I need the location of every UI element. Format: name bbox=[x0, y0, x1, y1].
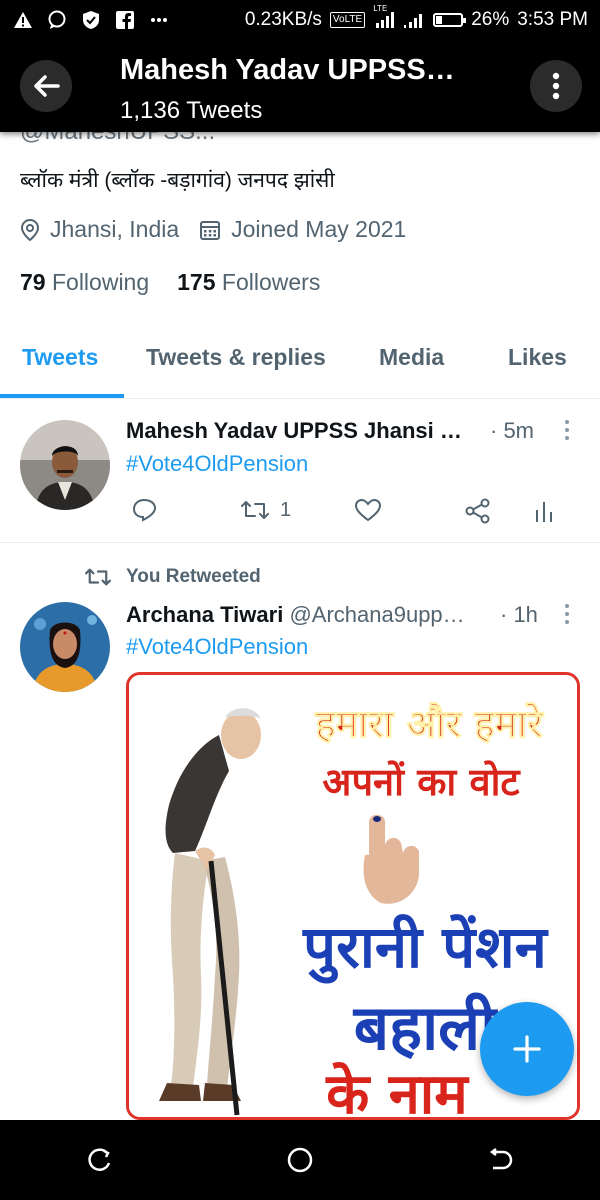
tab-likes[interactable]: Likes bbox=[508, 344, 567, 371]
back-nav-icon bbox=[489, 1148, 513, 1170]
following-link[interactable]: 79 Following bbox=[20, 269, 149, 296]
tweet-author: Archana Tiwari bbox=[126, 602, 284, 627]
message-icon bbox=[46, 9, 68, 31]
analytics-button[interactable] bbox=[534, 498, 554, 524]
home-button[interactable] bbox=[270, 1130, 330, 1190]
share-icon bbox=[465, 498, 490, 524]
tab-tweets-replies[interactable]: Tweets & replies bbox=[146, 344, 326, 371]
like-button[interactable] bbox=[354, 498, 382, 522]
followers-label: Followers bbox=[221, 269, 321, 295]
arrow-left-icon bbox=[34, 75, 60, 97]
retweet-context: You Retweeted bbox=[84, 566, 261, 588]
status-bar-right: 0.23KB/s VoLTE LTE 26% 3:53 PM bbox=[244, 4, 588, 31]
battery-percent: 26% bbox=[471, 9, 510, 30]
tweet-menu-icon[interactable] bbox=[562, 604, 572, 624]
profile-meta: Jhansi, India Joined May 2021 bbox=[20, 216, 426, 243]
joined-text: Joined May 2021 bbox=[231, 216, 407, 242]
network-speed: 0.23KB/s bbox=[244, 9, 322, 30]
tweet-hashtag[interactable]: #Vote4OldPension bbox=[126, 634, 308, 660]
lte-label: LTE bbox=[373, 4, 388, 13]
followers-link[interactable]: 175 Followers bbox=[177, 269, 320, 296]
clock: 3:53 PM bbox=[517, 9, 588, 30]
tweet-hashtag[interactable]: #Vote4OldPension bbox=[126, 451, 308, 477]
compose-tweet-button[interactable] bbox=[480, 1002, 574, 1096]
profile-header: Mahesh Yadav UPPSS… 1,136 Tweets bbox=[0, 40, 600, 132]
tweet-author-block[interactable]: Archana Tiwari @Archana9upp… bbox=[126, 602, 465, 628]
joined-date: Joined May 2021 bbox=[199, 216, 406, 243]
followers-count: 175 bbox=[177, 269, 216, 295]
facebook-icon bbox=[114, 9, 136, 31]
avatar[interactable] bbox=[20, 602, 110, 692]
poster-line-1: हमारा और हमारे bbox=[314, 702, 544, 746]
retweet-count: 1 bbox=[280, 498, 292, 521]
signal-icon: LTE bbox=[373, 4, 395, 31]
plus-icon bbox=[513, 1035, 541, 1063]
tweet-time: · 1h bbox=[500, 602, 538, 627]
recent-apps-icon bbox=[88, 1148, 111, 1171]
shield-icon bbox=[80, 9, 102, 31]
following-label: Following bbox=[51, 269, 150, 295]
back-button[interactable] bbox=[20, 60, 72, 112]
poster-line-5: के नाम bbox=[325, 1061, 470, 1117]
tweet-time: · 5m bbox=[490, 418, 534, 443]
system-navigation-bar bbox=[0, 1120, 600, 1200]
tab-media[interactable]: Media bbox=[379, 344, 444, 371]
reply-button[interactable] bbox=[132, 498, 158, 522]
battery-icon bbox=[433, 13, 467, 27]
more-notifications-icon bbox=[148, 9, 170, 31]
retweet-icon bbox=[241, 501, 269, 519]
location-text: Jhansi, India bbox=[50, 216, 180, 242]
heart-icon bbox=[354, 498, 382, 522]
home-circle-icon bbox=[287, 1147, 313, 1173]
active-tab-indicator bbox=[0, 394, 124, 398]
signal-icon-2 bbox=[403, 9, 425, 31]
volte-icon: VoLTE bbox=[329, 12, 366, 28]
avatar[interactable] bbox=[20, 420, 110, 510]
more-vertical-icon bbox=[552, 72, 560, 100]
analytics-icon bbox=[536, 502, 552, 522]
calendar-icon bbox=[200, 220, 221, 240]
tab-tweets[interactable]: Tweets bbox=[22, 344, 98, 371]
profile-bio: ब्लॉक मंत्री (ब्लॉक -बड़ागांव) जनपद झांस… bbox=[20, 169, 335, 192]
retweet-button[interactable]: 1 bbox=[240, 498, 291, 522]
tweet-menu-icon[interactable] bbox=[562, 420, 572, 440]
tweet-author[interactable]: Mahesh Yadav UPPSS Jhansi … bbox=[126, 418, 462, 444]
profile-tabs: Tweets Tweets & replies Media Likes bbox=[0, 330, 600, 399]
more-options-button[interactable] bbox=[530, 60, 582, 112]
alert-icon bbox=[12, 9, 34, 31]
poster-line-2: अपनों का वोट bbox=[322, 760, 521, 804]
location-pin-icon bbox=[20, 218, 40, 241]
header-title: Mahesh Yadav UPPSS… bbox=[120, 54, 455, 86]
reply-icon bbox=[132, 498, 157, 522]
back-nav-button[interactable] bbox=[470, 1130, 530, 1190]
tweet-count: 1,136 Tweets bbox=[120, 97, 263, 124]
recent-apps-button[interactable] bbox=[70, 1130, 130, 1190]
retweeted-label: You Retweeted bbox=[126, 566, 261, 587]
location: Jhansi, India bbox=[20, 216, 179, 243]
following-count: 79 bbox=[20, 269, 46, 295]
follow-stats: 79 Following 175 Followers bbox=[20, 269, 320, 296]
tweet[interactable]: Mahesh Yadav UPPSS Jhansi … · 5m #Vote4O… bbox=[0, 400, 600, 543]
poster-line-4: बहाली bbox=[353, 991, 498, 1064]
retweet-icon bbox=[84, 568, 112, 586]
status-bar-left bbox=[12, 9, 170, 31]
poster-line-3: पुरानी पेंशन bbox=[302, 913, 548, 984]
tweet-handle: @Archana9upp… bbox=[289, 602, 465, 627]
share-button[interactable] bbox=[464, 498, 492, 524]
status-bar: 0.23KB/s VoLTE LTE 26% 3:53 PM bbox=[0, 0, 600, 40]
